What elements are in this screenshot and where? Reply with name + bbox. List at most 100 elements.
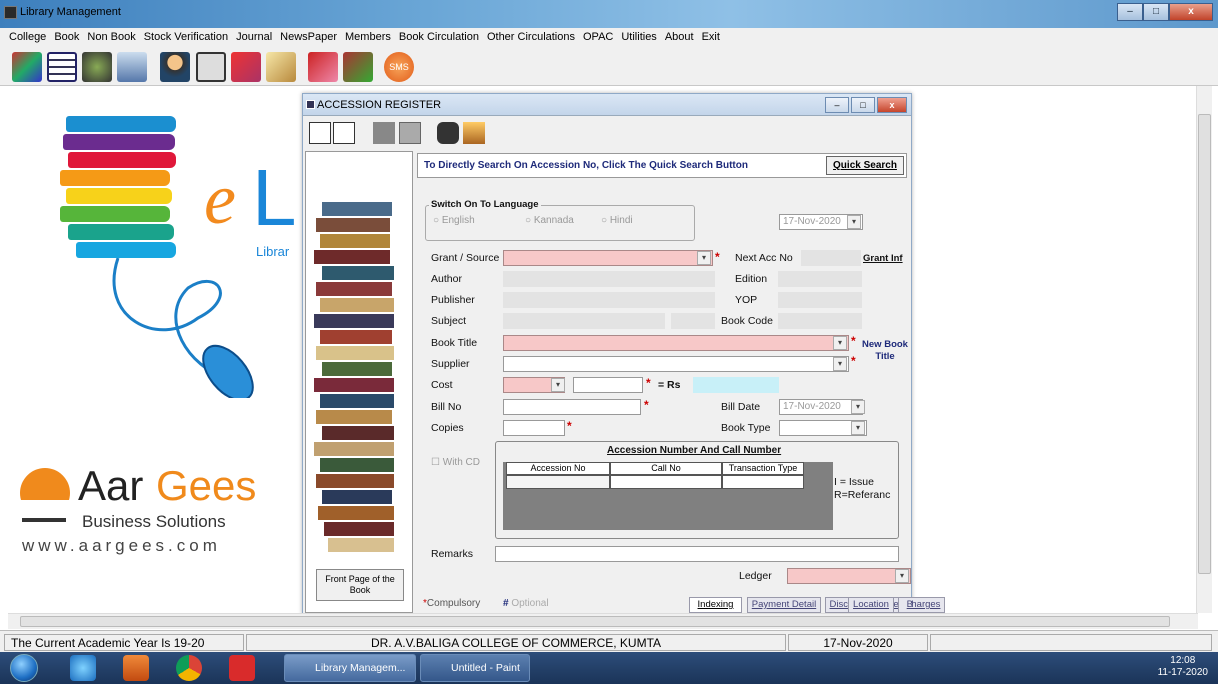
horizontal-scroll-thumb[interactable] (20, 616, 1170, 627)
acc-close-button[interactable]: x (877, 97, 907, 113)
new-icon[interactable] (309, 122, 331, 144)
author-label: Author (431, 273, 462, 285)
grant-source-field[interactable] (503, 250, 713, 266)
yop-field[interactable] (778, 292, 862, 308)
acc-minimize-button[interactable]: – (825, 97, 849, 113)
menu-exit[interactable]: Exit (698, 28, 724, 46)
radio-english[interactable]: ○ English (433, 215, 475, 226)
accession-register-window: ACCESSION REGISTER – □ x Front Page of t… (302, 93, 945, 615)
edit-icon[interactable] (333, 122, 355, 144)
task-library-management[interactable]: Library Managem... (284, 654, 416, 682)
bill-no-field[interactable] (503, 399, 641, 415)
task-paint[interactable]: Untitled - Paint (420, 654, 530, 682)
remarks-field[interactable] (495, 546, 899, 562)
acc-restore-button[interactable]: □ (851, 97, 875, 113)
media-player-icon[interactable] (123, 655, 149, 681)
chevron-down-icon[interactable]: ▾ (847, 215, 861, 229)
radio-hindi[interactable]: ○ Hindi (601, 215, 633, 226)
copies-field[interactable] (503, 420, 565, 436)
member-icon[interactable] (82, 52, 112, 82)
supplier-field[interactable] (503, 356, 849, 372)
grid-cell[interactable] (722, 475, 804, 489)
tab-payment-detail[interactable]: Payment Detail (747, 597, 821, 613)
horizontal-scrollbar[interactable] (8, 613, 1198, 629)
save-icon[interactable] (399, 122, 421, 144)
with-cd-checkbox[interactable]: ☐ With CD (431, 457, 480, 468)
cost-label: Cost (431, 379, 453, 391)
delete-icon[interactable] (373, 122, 395, 144)
menu-college[interactable]: College (5, 28, 50, 46)
bill-no-label: Bill No (431, 401, 462, 413)
search-icon[interactable] (117, 52, 147, 82)
tab-bill[interactable]: Bill (898, 597, 912, 613)
chevron-down-icon[interactable]: ▾ (697, 251, 711, 265)
accession-title: ACCESSION REGISTER (317, 99, 442, 111)
book-title-field[interactable] (503, 335, 849, 351)
chevron-down-icon[interactable]: ▾ (833, 336, 847, 350)
chevron-down-icon[interactable]: ▾ (551, 378, 565, 392)
chevron-down-icon[interactable]: ▾ (851, 421, 865, 435)
grant-info-button[interactable]: Grant Inf (863, 253, 903, 265)
ledger-select[interactable] (787, 568, 911, 584)
menu-book[interactable]: Book (50, 28, 83, 46)
sms-icon[interactable]: SMS (384, 52, 414, 82)
menu-opac[interactable]: OPAC (579, 28, 617, 46)
radio-kannada[interactable]: ○ Kannada (525, 215, 574, 226)
vertical-scroll-thumb[interactable] (1198, 114, 1211, 574)
accession-title-bar: ACCESSION REGISTER – □ x (303, 94, 911, 116)
minimize-button[interactable]: – (1117, 3, 1143, 21)
menu-newspaper[interactable]: NewsPaper (276, 28, 341, 46)
exit-door-icon[interactable] (463, 122, 485, 144)
quick-search-button[interactable]: Quick Search (826, 156, 904, 175)
menu-bar: College Book Non Book Stock Verification… (0, 28, 1218, 46)
menu-other-circulations[interactable]: Other Circulations (483, 28, 579, 46)
clock-time: 12:08 (1170, 655, 1196, 666)
tab-location[interactable]: Location (848, 597, 894, 613)
required-star: * (644, 398, 649, 412)
required-star: * (715, 250, 720, 264)
grid-cell[interactable] (506, 475, 610, 489)
subject-code-field[interactable] (671, 313, 715, 329)
card-icon[interactable] (196, 52, 226, 82)
tab-indexing[interactable]: Indexing (689, 597, 742, 613)
required-star: * (567, 419, 572, 433)
menu-journal[interactable]: Journal (232, 28, 276, 46)
menu-about[interactable]: About (661, 28, 698, 46)
menu-non-book[interactable]: Non Book (83, 28, 139, 46)
menu-stock-verification[interactable]: Stock Verification (140, 28, 232, 46)
tools-icon[interactable] (308, 52, 338, 82)
vertical-scrollbar[interactable] (1196, 86, 1212, 613)
book-icon[interactable] (266, 52, 296, 82)
publisher-field[interactable] (503, 292, 715, 308)
maximize-button[interactable]: □ (1143, 3, 1169, 21)
chevron-down-icon[interactable]: ▾ (895, 569, 909, 583)
chrome-icon[interactable] (176, 655, 202, 681)
author-field[interactable] (503, 271, 715, 287)
edition-field[interactable] (778, 271, 862, 287)
journal-icon[interactable] (231, 52, 261, 82)
grid-cell[interactable] (610, 475, 722, 489)
empty-status (930, 634, 1212, 651)
subject-field[interactable] (503, 313, 665, 329)
chevron-down-icon[interactable]: ▾ (833, 357, 847, 371)
new-book-title-button[interactable]: New Book Title (859, 339, 911, 363)
close-button[interactable]: x (1169, 3, 1213, 21)
exit-icon[interactable] (343, 52, 373, 82)
cost-field[interactable] (573, 377, 643, 393)
front-page-button[interactable]: Front Page of the Book (316, 569, 404, 601)
ie-icon[interactable] (70, 655, 96, 681)
menu-utilities[interactable]: Utilities (617, 28, 660, 46)
books-icon[interactable] (12, 52, 42, 82)
company-name-second: Gees (156, 462, 257, 509)
calendar-icon[interactable] (47, 52, 77, 82)
person-icon[interactable] (160, 52, 190, 82)
chevron-down-icon[interactable]: ▾ (851, 400, 865, 414)
mouse-graphic (112, 258, 254, 398)
pdf-icon[interactable] (229, 655, 255, 681)
menu-book-circulation[interactable]: Book Circulation (395, 28, 483, 46)
binoculars-icon[interactable] (437, 122, 459, 144)
book-code-field[interactable] (778, 313, 862, 329)
menu-members[interactable]: Members (341, 28, 395, 46)
start-button[interactable] (10, 654, 38, 682)
book-code-label: Book Code (721, 315, 773, 327)
